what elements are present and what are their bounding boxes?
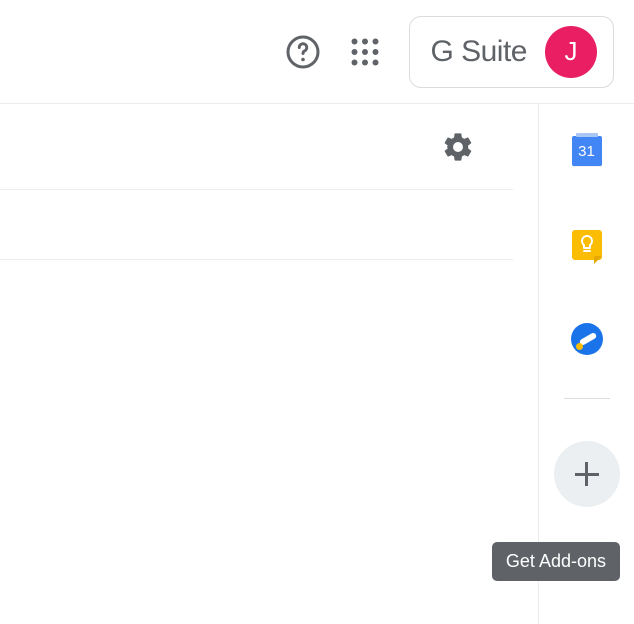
avatar-initial: J xyxy=(565,36,578,67)
get-addons-button[interactable] xyxy=(554,441,620,507)
keep-sidepanel-icon[interactable] xyxy=(570,228,604,262)
body: 31 Get Add-ons xyxy=(0,104,634,624)
main-content xyxy=(0,104,513,624)
list-row xyxy=(0,190,513,260)
help-icon[interactable] xyxy=(285,34,321,70)
apps-grid-icon[interactable] xyxy=(347,34,383,70)
sidepanel-divider xyxy=(564,398,610,399)
toolbar-row xyxy=(0,104,513,190)
side-panel: 31 Get Add-ons xyxy=(538,104,634,624)
tasks-sidepanel-icon[interactable] xyxy=(570,322,604,356)
calendar-sidepanel-icon[interactable]: 31 xyxy=(570,134,604,168)
get-addons-tooltip: Get Add-ons xyxy=(492,542,620,581)
gsuite-account-chip[interactable]: G Suite J xyxy=(409,16,614,88)
header-bar: G Suite J xyxy=(0,0,634,104)
settings-gear-icon[interactable] xyxy=(441,130,475,164)
gsuite-label: G Suite xyxy=(430,35,527,69)
calendar-day-number: 31 xyxy=(578,143,595,160)
account-avatar[interactable]: J xyxy=(545,26,597,78)
